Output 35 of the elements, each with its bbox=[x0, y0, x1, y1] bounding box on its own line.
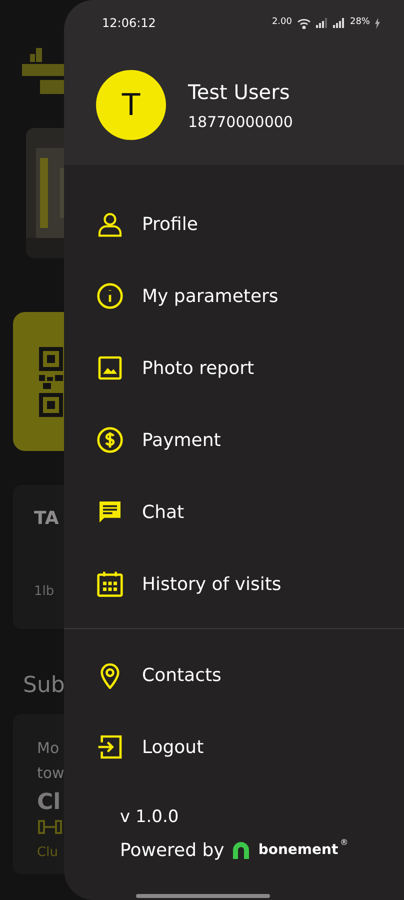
logout-icon bbox=[96, 733, 124, 761]
signal-icon bbox=[316, 18, 328, 28]
menu-item[interactable]: Profile bbox=[64, 188, 404, 260]
battery-level: 28% bbox=[350, 16, 370, 30]
network-speed: 2.00 bbox=[272, 16, 292, 30]
brand-name: bonement bbox=[258, 840, 338, 860]
menu-item[interactable]: Logout bbox=[64, 711, 404, 783]
charging-icon bbox=[375, 18, 380, 28]
version-text: v 1.0.0 bbox=[120, 806, 180, 829]
status-time: 12:06:12 bbox=[102, 15, 156, 32]
user-phone: 18770000000 bbox=[188, 112, 293, 133]
registered-mark: ® bbox=[340, 836, 348, 848]
image-icon bbox=[96, 354, 124, 382]
dollar-icon bbox=[96, 426, 124, 454]
menu-item[interactable]: History of visits bbox=[64, 548, 404, 620]
calendar-icon bbox=[96, 570, 124, 598]
promo-text: Mo bbox=[37, 738, 60, 759]
signal-icon bbox=[332, 18, 345, 28]
powered-by-text: Powered by bbox=[120, 838, 224, 862]
promo-text: tow bbox=[37, 763, 64, 784]
promo-heading: Cl bbox=[37, 790, 62, 815]
person-icon bbox=[96, 210, 124, 238]
menu-item[interactable]: Chat bbox=[64, 476, 404, 548]
menu-item[interactable]: Photo report bbox=[64, 332, 404, 404]
user-name: Test Users bbox=[188, 78, 291, 106]
info-icon bbox=[96, 282, 124, 310]
menu-item[interactable]: Payment bbox=[64, 404, 404, 476]
avatar: T bbox=[96, 70, 166, 140]
card-value: 1lb bbox=[34, 583, 56, 601]
section-title: Sub bbox=[23, 672, 64, 700]
menu-item[interactable]: Contacts bbox=[64, 639, 404, 711]
card-title: TA bbox=[34, 507, 60, 531]
menu-item[interactable]: My parameters bbox=[64, 260, 404, 332]
qr-card[interactable] bbox=[13, 312, 64, 451]
wifi-icon bbox=[296, 18, 311, 28]
